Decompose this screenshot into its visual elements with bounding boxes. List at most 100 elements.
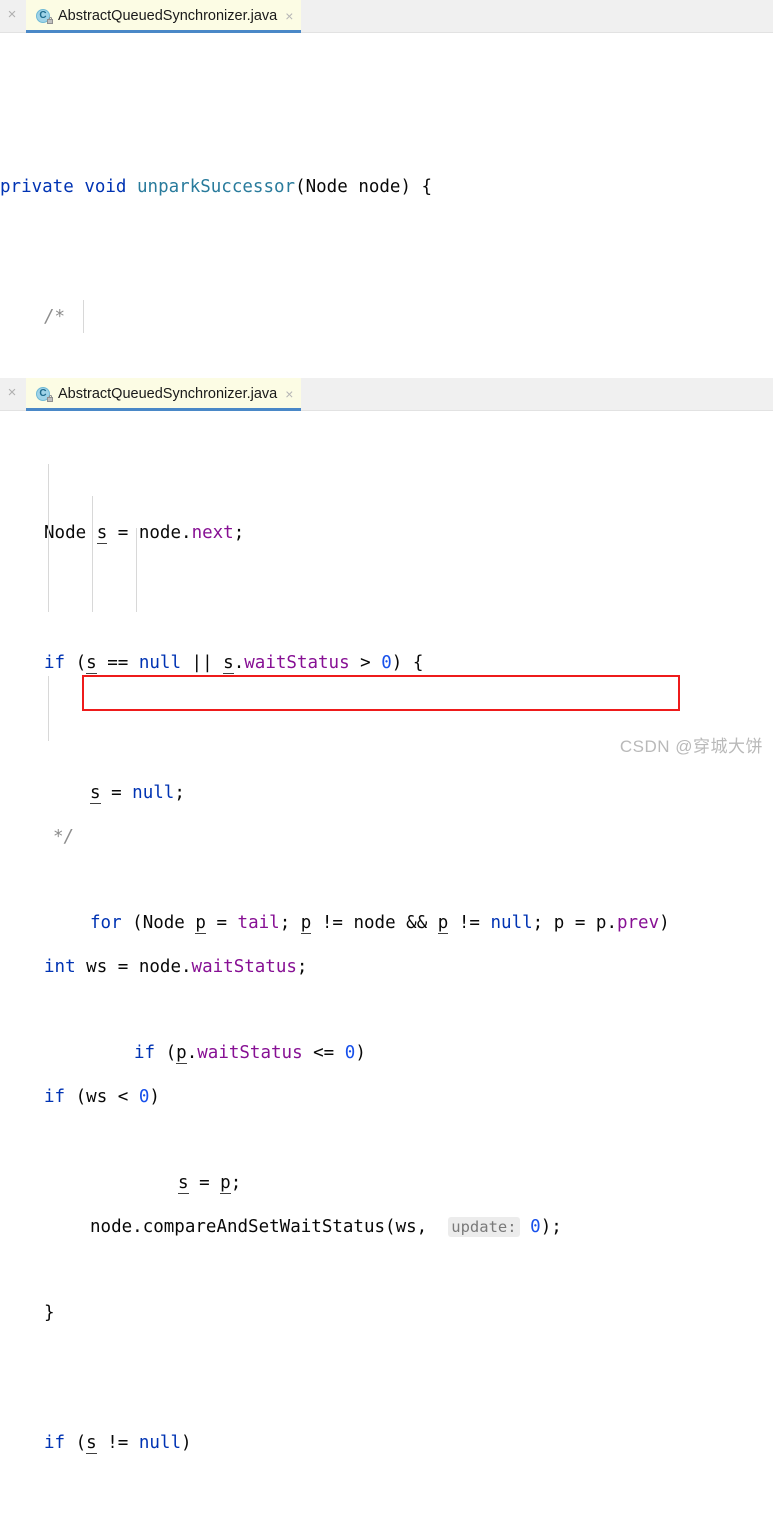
cond-close: )	[355, 1042, 366, 1063]
keyword-null: null	[138, 1432, 182, 1453]
keyword-for: for	[90, 912, 122, 933]
keyword-null: null	[138, 652, 182, 673]
keyword-null: null	[490, 912, 533, 933]
cond-open: (	[65, 652, 87, 673]
java-class-icon: C	[36, 386, 53, 402]
code-line[interactable]: if (s != null)	[0, 1427, 773, 1460]
dot: .	[233, 652, 245, 673]
semicolon: ;	[230, 1172, 242, 1193]
code-line[interactable]: }	[0, 1297, 773, 1330]
var-p: p	[553, 912, 565, 933]
pane-close-icon-bottom[interactable]: ×	[4, 385, 20, 401]
editor-pane-bottom: × C AbstractQueuedSynchronizer.java × */…	[0, 378, 773, 1454]
var-p: p	[176, 1042, 187, 1064]
neq-op: !=	[448, 912, 491, 933]
tab-title-top: AbstractQueuedSynchronizer.java	[58, 8, 278, 24]
neq-op: !=	[311, 912, 354, 933]
var-p: p	[595, 912, 607, 933]
tab-bar-top: × C AbstractQueuedSynchronizer.java ×	[0, 0, 773, 33]
cond-open: (	[65, 1432, 87, 1453]
neq-op: !=	[96, 1432, 139, 1453]
type-node: Node	[305, 176, 348, 197]
code-line[interactable]: Node s = node.next;	[0, 517, 773, 550]
code-line[interactable]: /*	[0, 301, 773, 334]
code-line[interactable]: s = p;	[0, 1167, 773, 1200]
var-p: p	[300, 912, 312, 934]
var-s: s	[86, 1432, 97, 1454]
indent-guide	[92, 496, 93, 612]
or-op: ||	[181, 652, 224, 673]
var-s: s	[223, 652, 234, 674]
field-next: next	[191, 522, 234, 543]
assign-op: =	[100, 782, 133, 803]
code-line[interactable]: for (Node p = tail; p != node && p != nu…	[0, 907, 773, 940]
var-s: s	[86, 652, 97, 674]
pane-close-icon-top[interactable]: ×	[4, 7, 20, 23]
paren-open: (	[295, 176, 306, 197]
assign-op: =	[107, 522, 139, 543]
indent-guide	[83, 300, 84, 333]
var-p: p	[437, 912, 449, 934]
paren-close: )	[659, 912, 670, 933]
keyword-null: null	[132, 782, 175, 803]
lte-op: <=	[302, 1042, 345, 1063]
dot: .	[606, 912, 617, 933]
eq-op: ==	[96, 652, 139, 673]
indent-guide	[48, 676, 49, 741]
code-block-bottom[interactable]: Node s = node.next; if (s == null || s.w…	[0, 411, 773, 1530]
var-s: s	[90, 782, 101, 804]
field-waitstatus: waitStatus	[197, 1042, 303, 1063]
paren-close-brace: ) {	[400, 176, 433, 197]
semicolon: ;	[532, 912, 554, 933]
cond-close-brace: ) {	[391, 652, 424, 673]
keyword-if: if	[44, 1432, 66, 1453]
code-line[interactable]: if (p.waitStatus <= 0)	[0, 1037, 773, 1070]
dot: .	[181, 522, 192, 543]
method-name-unparksuccessor: unparkSuccessor	[137, 176, 296, 197]
indent-guide	[136, 528, 137, 612]
code-line[interactable]: if (s == null || s.waitStatus > 0) {	[0, 647, 773, 680]
code-line[interactable]: s = null;	[0, 777, 773, 810]
var-s: s	[178, 1172, 189, 1194]
close-brace: }	[44, 1302, 55, 1323]
semicolon: ;	[174, 782, 185, 803]
param-node: node	[358, 176, 401, 197]
dot: .	[186, 1042, 198, 1063]
type-node: Node	[44, 522, 87, 543]
keyword-private: private	[0, 176, 74, 197]
code-line[interactable]: private void unparkSuccessor(Node node) …	[0, 171, 773, 204]
gt-op: >	[349, 652, 382, 673]
csdn-watermark: CSDN @穿城大饼	[619, 737, 763, 756]
var-p: p	[220, 1172, 231, 1194]
var-node: node	[353, 912, 396, 933]
keyword-void: void	[84, 176, 127, 197]
cond-open: (	[155, 1042, 177, 1063]
number-zero: 0	[344, 1042, 356, 1063]
field-tail: tail	[237, 912, 280, 933]
paren-open: (	[121, 912, 143, 933]
type-node: Node	[142, 912, 185, 933]
lock-icon	[47, 17, 53, 24]
semicolon: ;	[279, 912, 301, 933]
tab-close-icon-top[interactable]: ×	[285, 9, 293, 23]
keyword-if: if	[134, 1042, 156, 1063]
comment-open: /*	[44, 306, 66, 327]
assign-op: =	[188, 1172, 221, 1193]
java-class-icon: C	[36, 8, 53, 24]
and-op: &&	[395, 912, 438, 933]
indent-guide	[48, 464, 49, 612]
tab-close-icon-bottom[interactable]: ×	[285, 387, 293, 401]
field-prev: prev	[616, 912, 660, 933]
number-zero: 0	[381, 652, 392, 673]
var-node: node	[138, 522, 182, 543]
cond-close: )	[181, 1432, 192, 1453]
semicolon: ;	[233, 522, 245, 543]
assign-op: =	[205, 912, 238, 933]
var-p: p	[195, 912, 206, 934]
assign-op: =	[564, 912, 596, 933]
var-s: s	[96, 522, 108, 544]
